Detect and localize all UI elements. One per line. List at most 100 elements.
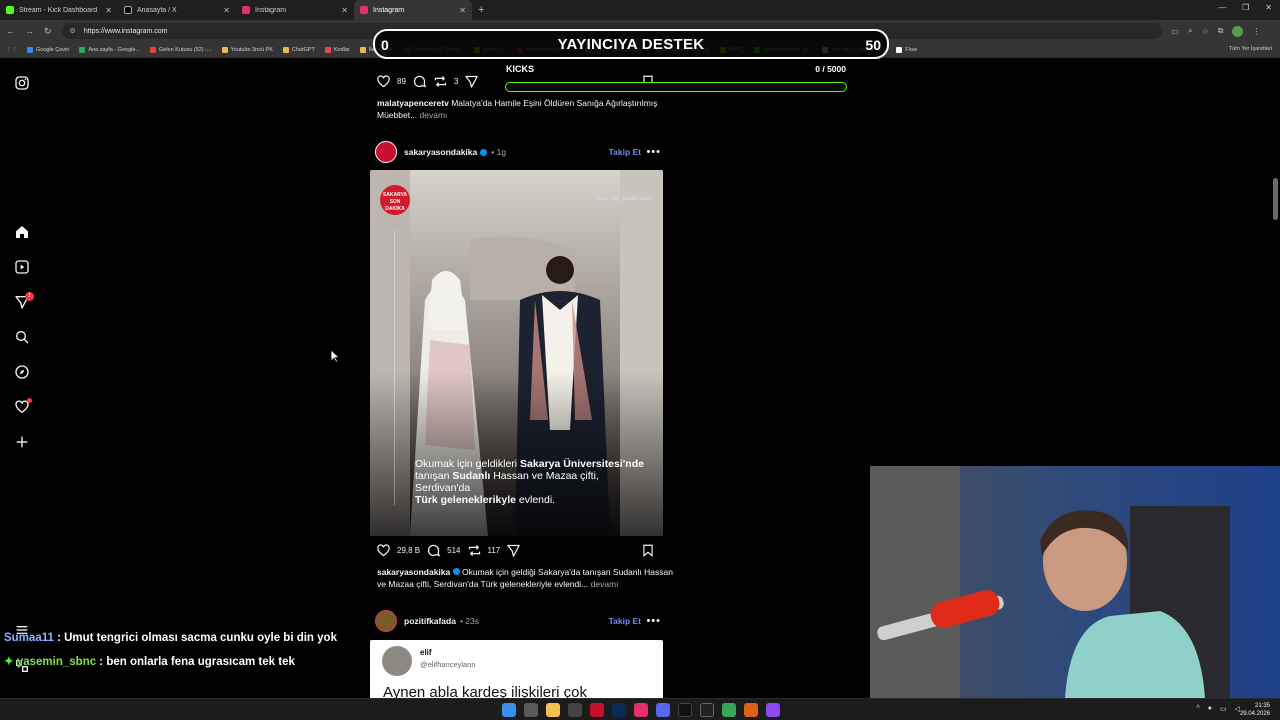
site-info-icon[interactable]: ⚙ (70, 27, 76, 35)
tab-instagram-1[interactable]: Instagram ✕ (236, 0, 354, 20)
create-plus-icon[interactable] (14, 434, 30, 450)
bookmark-star-icon[interactable]: ☆ (1202, 27, 1209, 36)
all-bookmarks-folder[interactable]: Tüm Yer İşaretleri (1229, 46, 1272, 52)
comment-icon[interactable] (426, 543, 441, 558)
profile-avatar[interactable] (1232, 25, 1244, 37)
bookmark-item[interactable]: Google Çeviri (27, 46, 69, 53)
reels-icon[interactable] (14, 259, 30, 275)
tab-instagram-active[interactable]: Instagram ✕ (354, 0, 472, 20)
explore-icon[interactable] (14, 364, 30, 380)
maximize-button[interactable]: ❐ (1242, 3, 1249, 12)
bookmark-item[interactable]: Youtube 3ncü PK (221, 46, 273, 53)
repost-icon[interactable] (433, 74, 448, 89)
obs-icon[interactable] (766, 703, 780, 717)
post-header: sakaryasondakika • 1g Takip Et ••• (375, 141, 667, 163)
bookmark-item[interactable]: Kodlar (324, 46, 350, 53)
save-bookmark-icon[interactable] (641, 543, 655, 558)
scrollbar-thumb[interactable] (1273, 178, 1278, 220)
mic-icon[interactable]: ● (1208, 705, 1212, 713)
forward-icon[interactable]: → (25, 26, 34, 36)
tiktok-icon[interactable] (678, 703, 692, 717)
zoom-icon[interactable]: ⌕ (1188, 26, 1192, 36)
post-image[interactable]: SAKARYA SON DAKİKA hızlı, hızlı, gerçek … (370, 170, 663, 536)
bookmark-favicon-icon (324, 46, 331, 53)
more-link[interactable]: devamı (591, 579, 619, 589)
back-icon[interactable]: ← (6, 26, 15, 36)
close-tab-icon[interactable]: ✕ (341, 6, 348, 15)
chat-text: : ben onlarla fena ugrasıcam tek tek (96, 656, 295, 668)
cast-icon[interactable]: ▭ (1172, 27, 1180, 36)
comment-icon[interactable] (412, 74, 427, 89)
bookmark-favicon-icon (359, 46, 366, 53)
bookmark-item[interactable]: Gelen Kutusu (52) -... (150, 46, 212, 53)
avatar[interactable] (375, 141, 397, 163)
bookmark-favicon-icon (150, 46, 156, 53)
bookmark-item[interactable]: ChatGPT (282, 46, 315, 53)
tab-x[interactable]: Anasayfa / X ✕ (118, 0, 236, 20)
like-heart-icon[interactable] (376, 543, 391, 558)
taskbar-clock[interactable]: 21:35 29.04.2026 (1240, 702, 1270, 718)
donation-goal-bar: 0 YAYINCIYA DESTEK 50 (373, 29, 889, 59)
photoshop-icon[interactable] (612, 703, 626, 717)
streamer-camera (870, 466, 1280, 698)
tray-chevron-icon[interactable]: ^ (1196, 705, 1199, 713)
kicks-label: KICKS (506, 64, 535, 74)
capcut-icon[interactable] (700, 703, 714, 717)
bookmark-item[interactable]: Ana sayfa - Google... (79, 46, 140, 53)
instagram-logo-icon[interactable] (14, 75, 30, 91)
post-username[interactable]: pozitifkafada (404, 616, 456, 626)
more-options-icon[interactable]: ••• (646, 146, 661, 158)
tab-kick-dashboard[interactable]: Stream - Kick Dashboard ✕ (0, 0, 118, 20)
like-heart-icon[interactable] (376, 74, 391, 89)
discord-icon[interactable] (656, 703, 670, 717)
extensions-icon[interactable]: ⧉ (1218, 26, 1224, 36)
streamlabs-icon[interactable] (744, 703, 758, 717)
new-tab-button[interactable]: + (478, 4, 484, 16)
post-username[interactable]: sakaryasondakika (404, 147, 477, 157)
mouse-cursor-icon (330, 349, 340, 363)
follow-button[interactable]: Takip Et (609, 616, 641, 626)
home-icon[interactable] (14, 224, 30, 240)
close-tab-icon[interactable]: ✕ (459, 6, 466, 15)
bookmark-label: Flow (905, 46, 917, 53)
reload-icon[interactable]: ↻ (44, 26, 52, 37)
apps-grid-icon[interactable]: ⋮⋮ (6, 47, 17, 53)
menu-icon[interactable]: ⋮ (1252, 27, 1260, 36)
more-link[interactable]: devamı (420, 110, 448, 120)
share-icon[interactable] (464, 74, 479, 89)
tweet-handle: @elifhanceylann (420, 660, 476, 669)
tweet-screenshot[interactable]: elif @elifhanceylann Aynen abla kardeş i… (370, 640, 663, 701)
post-actions: 29,8 B 514 117 (376, 543, 521, 558)
opera-icon[interactable] (590, 703, 604, 717)
task-view-icon[interactable] (524, 703, 538, 717)
close-window-button[interactable]: ✕ (1265, 3, 1272, 12)
chrome-icon[interactable] (722, 703, 736, 717)
tweet-avatar (382, 646, 412, 676)
more-options-icon[interactable]: ••• (646, 615, 661, 627)
page-scrollbar[interactable] (1272, 60, 1280, 698)
caption-username[interactable]: malatyapenceretv (377, 98, 449, 108)
close-tab-icon[interactable]: ✕ (105, 6, 112, 15)
instagram-app-icon[interactable] (634, 703, 648, 717)
app-icon[interactable] (568, 703, 582, 717)
network-icon[interactable]: ▭ (1220, 705, 1227, 713)
chat-message: ✦ yasemin_sbnc : ben onlarla fena ugrası… (4, 654, 295, 668)
post-caption: sakaryasondakika Okumak için geldiği Sak… (377, 566, 677, 590)
chat-message: Sumaa11 : Umut tengrici olması sacma cun… (4, 632, 337, 644)
close-tab-icon[interactable]: ✕ (223, 6, 230, 15)
follow-button[interactable]: Takip Et (609, 147, 641, 157)
repost-count: 117 (487, 546, 501, 555)
system-tray: ^ ● ▭ ◁ (1196, 705, 1240, 713)
like-count: 29,8 B (397, 546, 421, 555)
caption-username[interactable]: sakaryasondakika (377, 567, 450, 577)
start-windows-icon[interactable] (502, 703, 516, 717)
minimize-button[interactable]: — (1218, 3, 1226, 12)
share-icon[interactable] (506, 543, 521, 558)
bookmark-item[interactable]: Flow (896, 46, 917, 53)
avatar[interactable] (375, 610, 397, 632)
search-icon[interactable] (14, 329, 30, 345)
prev-post-caption: malatyapenceretv Malatya'da Hamile Eşini… (377, 97, 677, 121)
file-explorer-icon[interactable] (546, 703, 560, 717)
window-controls: — ❐ ✕ (1218, 3, 1272, 12)
repost-icon[interactable] (467, 543, 482, 558)
